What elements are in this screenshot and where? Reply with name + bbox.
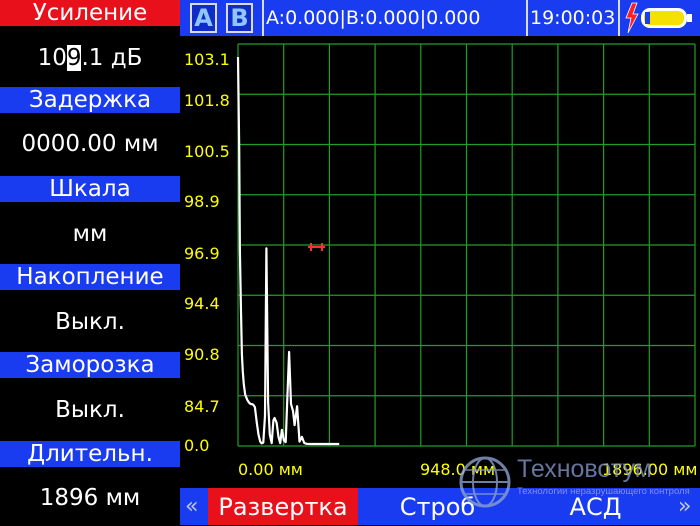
gate-a-button[interactable]: A [190, 3, 217, 33]
status-divider [262, 0, 264, 36]
delay-label[interactable]: Задержка [0, 87, 180, 113]
watermark-subtitle: Технологии неразрушающего контроля [517, 486, 690, 497]
duration-label[interactable]: Длительн. [0, 441, 180, 467]
watermark-title: Техновотум [517, 455, 652, 483]
y-tick-label: 94.4 [184, 294, 220, 313]
y-tick-label: 96.9 [184, 244, 220, 263]
y-tick-label: 84.7 [184, 397, 220, 416]
y-tick-label: 100.5 [184, 142, 230, 161]
status-bar: A B A:0.000|B:0.000|0.000 19:00:03 [180, 0, 700, 36]
watermark: Техновотум Технологии неразрушающего кон… [455, 452, 700, 512]
gate-layer [308, 243, 325, 251]
y-tick-label: 101.8 [184, 91, 230, 110]
x-tick-label: 0.00 мм [238, 460, 303, 479]
battery-icon [641, 8, 692, 28]
status-divider [618, 0, 620, 36]
y-tick-label: 0.0 [184, 436, 210, 455]
accumulation-label[interactable]: Накопление [0, 264, 180, 290]
duration-value[interactable]: 1896 мм [0, 470, 180, 526]
gain-edit-cursor: 9 [66, 45, 82, 71]
globe-logo-icon [459, 456, 511, 508]
gain-value-prefix: 10 [37, 45, 67, 71]
freeze-value[interactable]: Выкл. [0, 382, 180, 438]
gain-value-suffix: .1 дБ [81, 45, 143, 71]
power-status [622, 0, 700, 36]
y-tick-label: 98.9 [184, 192, 220, 211]
plot-grid [237, 43, 696, 447]
delay-value[interactable]: 0000.00 мм [0, 116, 180, 172]
clock: 19:00:03 [530, 7, 616, 29]
status-divider [526, 0, 528, 36]
gain-label[interactable]: Усиление [0, 0, 180, 26]
gain-value[interactable]: 10 9.1 дБ [0, 30, 180, 86]
sweep-key[interactable]: Развертка [208, 488, 358, 525]
gate-b-button[interactable]: B [226, 3, 253, 33]
scale-label[interactable]: Шкала [0, 176, 180, 202]
y-tick-label: 90.8 [184, 345, 220, 364]
freeze-label[interactable]: Заморозка [0, 352, 180, 378]
accumulation-value[interactable]: Выкл. [0, 294, 180, 350]
previous-menu-button[interactable]: « [185, 488, 198, 525]
scale-value[interactable]: мм [0, 206, 180, 262]
y-tick-label: 103.1 [184, 50, 230, 69]
a-scan-plot [236, 43, 696, 447]
echo-signal-trace [236, 56, 340, 446]
parameter-sidebar: Усиление 10 9.1 дБ Задержка 0000.00 мм Шк… [0, 0, 180, 525]
a-scan-display[interactable]: 103.1 101.8 100.5 98.9 96.9 94.4 90.8 84… [180, 36, 700, 488]
